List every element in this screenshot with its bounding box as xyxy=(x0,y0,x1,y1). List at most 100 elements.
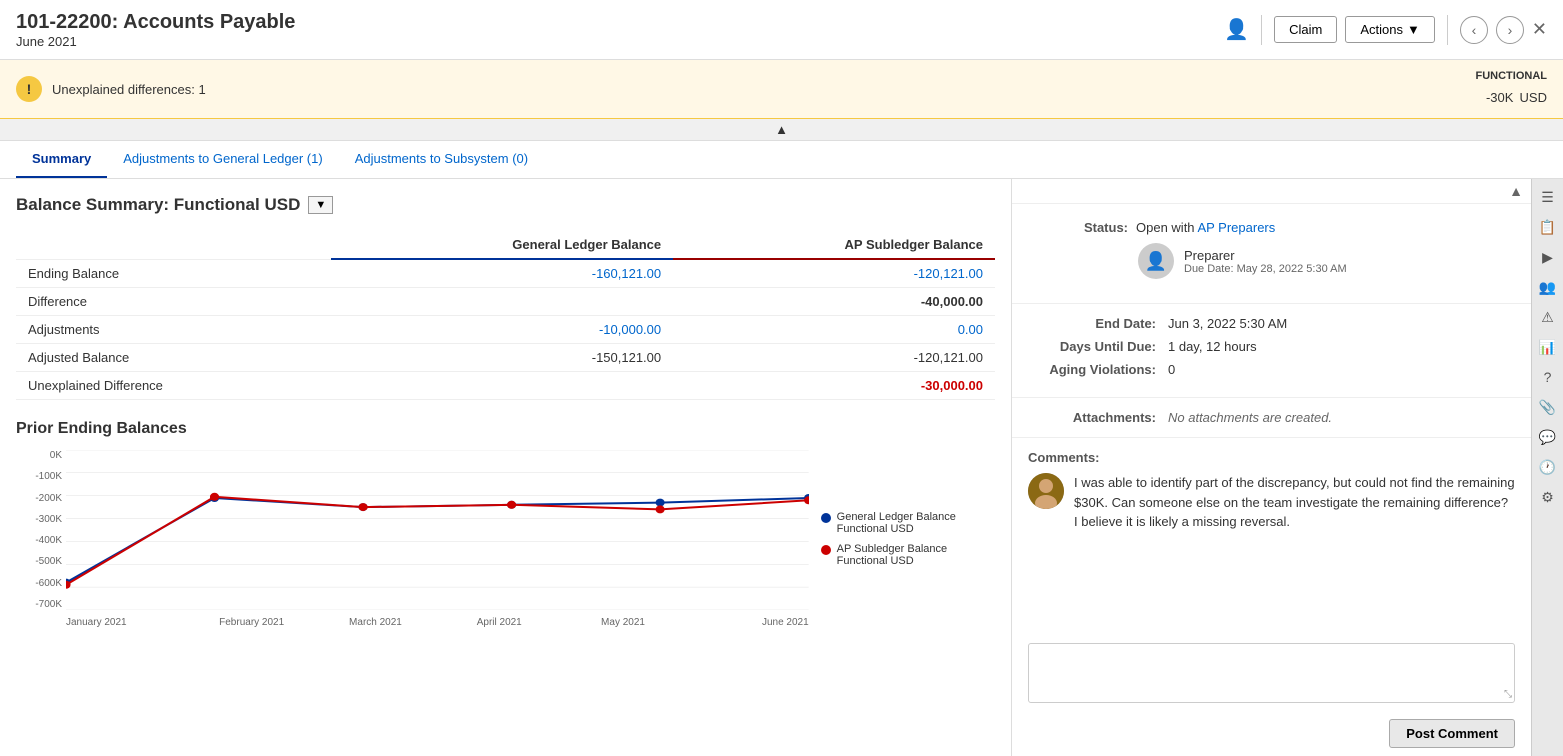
attachments-section: Attachments: No attachments are created. xyxy=(1012,398,1531,438)
status-label: Status: xyxy=(1028,220,1128,235)
warning-triangle-icon: ! xyxy=(16,76,42,102)
balance-summary-dropdown[interactable]: ▼ xyxy=(308,196,333,214)
table-col-label xyxy=(16,231,331,259)
header-title: 101-22200: Accounts Payable June 2021 xyxy=(16,11,295,49)
data-icon[interactable]: 📊 xyxy=(1534,333,1562,361)
avatar: 👤 xyxy=(1138,243,1174,279)
left-panel: Balance Summary: Functional USD ▼ Genera… xyxy=(0,179,1011,756)
table-row: Ending Balance-160,121.00-120,121.00 xyxy=(16,259,995,288)
comment-input[interactable] xyxy=(1029,644,1514,702)
nav-next-button[interactable]: › xyxy=(1496,16,1524,44)
end-date-row: End Date: Jun 3, 2022 5:30 AM xyxy=(1028,316,1515,331)
attachments-label: Attachments: xyxy=(1028,410,1168,425)
status-text: Open with AP Preparers xyxy=(1136,220,1275,235)
x-label-apr: April 2021 xyxy=(437,617,561,628)
info-grid: End Date: Jun 3, 2022 5:30 AM Days Until… xyxy=(1012,304,1531,398)
status-section: Status: Open with AP Preparers 👤 Prepare… xyxy=(1012,204,1531,304)
comment-row: I was able to identify part of the discr… xyxy=(1028,473,1515,532)
post-comment-button[interactable]: Post Comment xyxy=(1389,719,1515,748)
table-row: Unexplained Difference -30,000.00 xyxy=(16,372,995,400)
y-label-0: 0K xyxy=(16,450,62,461)
right-panel: ▲ Status: Open with AP Preparers 👤 Prepa… xyxy=(1011,179,1531,756)
divider xyxy=(1261,15,1262,45)
row-label: Difference xyxy=(16,288,331,316)
x-label-jan: January 2021 xyxy=(66,617,190,628)
functional-amount-section: FUNCTIONAL -30K USD xyxy=(1476,70,1548,108)
balance-table: General Ledger Balance AP Subledger Bala… xyxy=(16,231,995,400)
divider2 xyxy=(1447,15,1448,45)
actions-button[interactable]: Actions ▼ xyxy=(1345,16,1435,43)
nav-prev-button[interactable]: ‹ xyxy=(1460,16,1488,44)
x-label-feb: February 2021 xyxy=(190,617,314,628)
collapse-bar[interactable]: ▲ xyxy=(0,119,1563,141)
users-settings-icon[interactable]: 👥 xyxy=(1534,273,1562,301)
comment-input-area: ⤡ xyxy=(1028,643,1515,703)
functional-label: FUNCTIONAL xyxy=(1476,70,1548,82)
row-gl: -10,000.00 xyxy=(331,316,673,344)
history-icon[interactable]: 🕐 xyxy=(1534,453,1562,481)
play-icon[interactable]: ▶ xyxy=(1534,243,1562,271)
claim-button[interactable]: Claim xyxy=(1274,16,1337,43)
table-col-gl: General Ledger Balance xyxy=(331,231,673,259)
tab-adjustments-subsystem[interactable]: Adjustments to Subsystem (0) xyxy=(339,141,544,178)
warning-left: ! Unexplained differences: 1 xyxy=(16,76,206,102)
row-gl xyxy=(331,372,673,400)
legend-label-gl: General Ledger Balance Functional USD xyxy=(837,511,995,535)
y-label-3: -300K xyxy=(16,514,62,525)
end-date-label: End Date: xyxy=(1028,316,1168,331)
row-label: Unexplained Difference xyxy=(16,372,331,400)
x-label-mar: March 2021 xyxy=(314,617,438,628)
preparer-row: 👤 Preparer Due Date: May 28, 2022 5:30 A… xyxy=(1028,243,1515,279)
warning-message: Unexplained differences: 1 xyxy=(52,82,206,97)
settings-icon[interactable]: ⚙ xyxy=(1534,483,1562,511)
status-link[interactable]: AP Preparers xyxy=(1197,220,1275,235)
legend-item-ap: AP Subledger Balance Functional USD xyxy=(821,543,995,567)
row-label: Ending Balance xyxy=(16,259,331,288)
functional-amount: -30K USD xyxy=(1476,82,1548,108)
preparer-name: Preparer xyxy=(1184,248,1347,263)
y-label-2: -200K xyxy=(16,493,62,504)
row-gl: -160,121.00 xyxy=(331,259,673,288)
chat-icon[interactable]: 💬 xyxy=(1534,423,1562,451)
legend-dot-ap xyxy=(821,545,831,555)
user-icon: 👤 xyxy=(1224,17,1249,42)
attachments-row: Attachments: No attachments are created. xyxy=(1028,410,1515,425)
y-label-7: -700K xyxy=(16,599,62,610)
x-label-may: May 2021 xyxy=(561,617,685,628)
collapse-right-button[interactable]: ▲ xyxy=(1509,183,1523,199)
y-label-6: -600K xyxy=(16,578,62,589)
tab-adjustments-gl[interactable]: Adjustments to General Ledger (1) xyxy=(107,141,338,178)
table-row: Difference -40,000.00 xyxy=(16,288,995,316)
attachment-icon[interactable]: 📎 xyxy=(1534,393,1562,421)
right-panel-header: ▲ xyxy=(1012,179,1531,204)
tab-summary[interactable]: Summary xyxy=(16,141,107,178)
warning-sidebar-icon[interactable]: ⚠ xyxy=(1534,303,1562,331)
help-icon[interactable]: ? xyxy=(1534,363,1562,391)
post-comment-row: Post Comment xyxy=(1012,715,1531,756)
row-ap: -40,000.00 xyxy=(673,288,995,316)
days-until-due-label: Days Until Due: xyxy=(1028,339,1168,354)
y-label-1: -100K xyxy=(16,471,62,482)
aging-violations-row: Aging Violations: 0 xyxy=(1028,362,1515,377)
y-label-5: -500K xyxy=(16,556,62,567)
chart-legend: General Ledger Balance Functional USD AP… xyxy=(821,450,995,628)
x-label-jun: June 2021 xyxy=(685,617,809,628)
aging-violations-label: Aging Violations: xyxy=(1028,362,1168,377)
period-subtitle: June 2021 xyxy=(16,34,295,49)
warning-banner: ! Unexplained differences: 1 FUNCTIONAL … xyxy=(0,60,1563,119)
row-ap: -120,121.00 xyxy=(673,344,995,372)
y-label-4: -400K xyxy=(16,535,62,546)
table-row: Adjustments-10,000.000.00 xyxy=(16,316,995,344)
comments-label: Comments: xyxy=(1028,450,1128,465)
account-title: 101-22200: Accounts Payable xyxy=(16,11,295,34)
list-icon[interactable]: ☰ xyxy=(1534,183,1562,211)
document-icon[interactable]: 📋 xyxy=(1534,213,1562,241)
attachments-value: No attachments are created. xyxy=(1168,410,1332,425)
chart-title: Prior Ending Balances xyxy=(16,420,995,438)
chart-svg xyxy=(66,450,809,610)
collapse-icon: ▲ xyxy=(775,122,788,137)
status-row: Status: Open with AP Preparers xyxy=(1028,220,1515,235)
balance-summary-title: Balance Summary: Functional USD xyxy=(16,195,300,215)
row-ap: -30,000.00 xyxy=(673,372,995,400)
close-button[interactable]: ✕ xyxy=(1532,19,1547,40)
